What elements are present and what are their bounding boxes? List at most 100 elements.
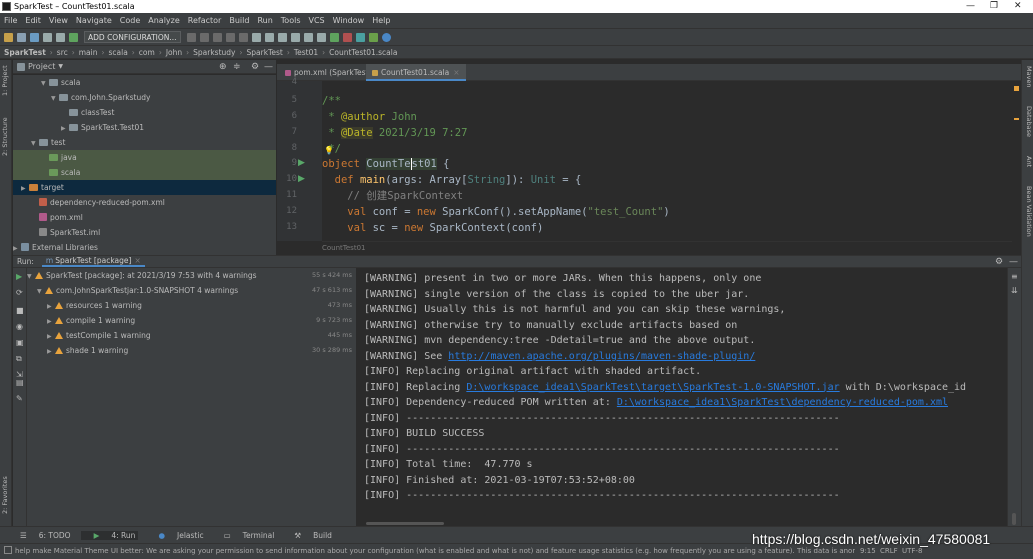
settings-wrench-icon[interactable] — [277, 32, 287, 42]
add-configuration-button[interactable]: ADD CONFIGURATION... — [84, 31, 181, 43]
database-tool-tab[interactable]: Database — [1025, 106, 1033, 137]
maximize-icon[interactable]: ❐ — [990, 1, 998, 11]
menu-tools[interactable]: Tools — [281, 16, 301, 25]
menu-view[interactable]: View — [49, 16, 68, 25]
close-icon[interactable]: × — [453, 68, 459, 77]
crumb-project[interactable]: SparkTest — [4, 48, 46, 57]
tree-item[interactable]: scala — [13, 165, 276, 180]
tree-item[interactable]: java — [13, 150, 276, 165]
crumb-test01[interactable]: Test01 — [294, 48, 318, 57]
hide-icon[interactable]: — — [264, 62, 273, 72]
error-stripe-marker[interactable] — [1014, 118, 1019, 120]
pin-icon[interactable]: ✎ — [16, 394, 23, 403]
tree-item[interactable]: ▶ SparkTest.Test01 — [61, 120, 144, 135]
build-hammer-icon[interactable] — [69, 32, 78, 42]
tree-item[interactable]: SparkTest.iml — [31, 225, 100, 240]
search-icon[interactable] — [316, 32, 326, 42]
console-link[interactable]: D:\workspace_idea1\SparkTest\target\Spar… — [466, 382, 839, 393]
close-icon[interactable]: × — [134, 256, 140, 265]
bean-validation-tool-tab[interactable]: Bean Validation — [1025, 186, 1033, 237]
favorites-tool-tab[interactable]: 2: Favorites — [1, 476, 9, 514]
rerun-icon[interactable]: ▶ — [16, 272, 22, 281]
sdk-icon[interactable] — [264, 32, 274, 42]
file-encoding[interactable]: UTF-8 — [902, 547, 922, 555]
horizontal-scrollbar[interactable] — [366, 522, 444, 525]
tree-item[interactable]: ▶ External Libraries — [13, 240, 98, 255]
tree-item[interactable]: ▶ target — [13, 180, 276, 195]
warning-marker-icon[interactable] — [1014, 86, 1019, 91]
layout-icon[interactable]: ▤ — [16, 378, 24, 387]
tree-item[interactable]: ▼ com.John.Sparkstudy — [51, 90, 150, 105]
crumb-src[interactable]: src — [57, 48, 68, 57]
run-gutter-icon[interactable]: ▶ — [298, 174, 305, 184]
tab-run-config[interactable]: m SparkTest [package] × — [41, 256, 145, 267]
scroll-end-icon[interactable]: ⇊ — [1011, 286, 1018, 295]
project-structure-icon[interactable] — [251, 32, 261, 42]
console-output[interactable]: [WARNING] present in two or more JARs. W… — [356, 268, 1007, 526]
menu-window[interactable]: Window — [333, 16, 365, 25]
run-icon[interactable] — [186, 32, 196, 42]
tree-item[interactable]: ▼ test — [31, 135, 65, 150]
ant-tool-tab[interactable]: Ant — [1025, 156, 1033, 167]
coverage-icon[interactable] — [212, 32, 222, 42]
toggle-view-icon[interactable]: ⟳ — [16, 288, 23, 297]
crumb-scala[interactable]: scala — [108, 48, 127, 57]
menu-vcs[interactable]: VCS — [309, 16, 325, 25]
crumb-sparkstudy[interactable]: Sparkstudy — [193, 48, 235, 57]
close-icon[interactable]: ✕ — [1014, 1, 1022, 11]
debug-icon[interactable] — [199, 32, 209, 42]
run-tree-row[interactable]: ▶ testCompile 1 warning 445 ms — [47, 328, 352, 343]
soft-wrap-icon[interactable]: ≡ — [1011, 272, 1018, 281]
plugin-red-icon[interactable] — [342, 32, 352, 42]
todo-tab[interactable]: ☰ 6: TODO — [10, 531, 71, 540]
plugin-teal-icon[interactable] — [355, 32, 365, 42]
minimize-icon[interactable]: — — [966, 1, 975, 11]
stop-icon[interactable]: ■ — [16, 306, 24, 315]
layout-toggle-icon[interactable] — [4, 546, 12, 554]
menu-file[interactable]: File — [4, 16, 17, 25]
menu-build[interactable]: Build — [229, 16, 249, 25]
back-icon[interactable] — [43, 32, 52, 42]
line-separator[interactable]: CRLF — [880, 547, 898, 555]
profile-icon[interactable] — [225, 32, 235, 42]
code-view[interactable]: /** * @author John * @Date 2021/3/19 7:2… — [322, 81, 1012, 241]
crumb-file[interactable]: CountTest01.scala — [329, 48, 397, 57]
run-tree-row[interactable]: ▶ compile 1 warning 9 s 723 ms — [47, 313, 352, 328]
vertical-scrollbar[interactable] — [1012, 513, 1016, 525]
crumb-main[interactable]: main — [79, 48, 98, 57]
menu-analyze[interactable]: Analyze — [148, 16, 180, 25]
crumb-sparktest[interactable]: SparkTest — [247, 48, 283, 57]
open-folder-icon[interactable] — [290, 32, 300, 42]
status-message[interactable]: help make Material Theme UI better: We a… — [15, 547, 855, 555]
menu-run[interactable]: Run — [257, 16, 272, 25]
jelastic-tab[interactable]: ● Jelastic — [148, 531, 203, 540]
tab-counttest01[interactable]: CountTest01.scala × — [366, 64, 466, 81]
filter-icon[interactable]: ⧉ — [16, 354, 22, 364]
console-link[interactable]: D:\workspace_idea1\SparkTest\dependency-… — [617, 397, 948, 408]
tree-item[interactable]: ▼ scala — [41, 75, 80, 90]
chevron-down-icon[interactable]: ▼ — [58, 63, 63, 70]
maven-tool-tab[interactable]: Maven — [1025, 66, 1033, 88]
menu-help[interactable]: Help — [372, 16, 390, 25]
menu-refactor[interactable]: Refactor — [188, 16, 222, 25]
terminal-icon[interactable] — [303, 32, 313, 42]
locate-icon[interactable]: ⊕ — [219, 62, 227, 72]
open-icon[interactable] — [4, 32, 13, 42]
structure-tool-tab[interactable]: 2: Structure — [1, 117, 9, 156]
sync-icon[interactable] — [30, 32, 39, 42]
run-tree-row[interactable]: ▶ resources 1 warning 473 ms — [47, 298, 352, 313]
run-tree-row[interactable]: ▶ shade 1 warning 30 s 289 ms — [47, 343, 352, 358]
hide-icon[interactable]: — — [1009, 257, 1018, 267]
puzzle-icon[interactable] — [368, 32, 378, 42]
plugin-icon[interactable] — [329, 32, 339, 42]
eye-icon[interactable]: ◉ — [16, 322, 23, 331]
menu-code[interactable]: Code — [120, 16, 140, 25]
save-icon[interactable] — [17, 32, 26, 42]
project-panel-title[interactable]: Project — [28, 62, 55, 71]
forward-icon[interactable] — [56, 32, 65, 42]
console-link[interactable]: http://maven.apache.org/plugins/maven-sh… — [448, 351, 755, 362]
run-tree-row[interactable]: ▼ com.JohnSparkTestjar:1.0-SNAPSHOT 4 war… — [37, 283, 352, 298]
tree-item[interactable]: classTest — [61, 105, 114, 120]
menu-edit[interactable]: Edit — [25, 16, 41, 25]
gear-icon[interactable]: ⚙ — [251, 62, 259, 72]
